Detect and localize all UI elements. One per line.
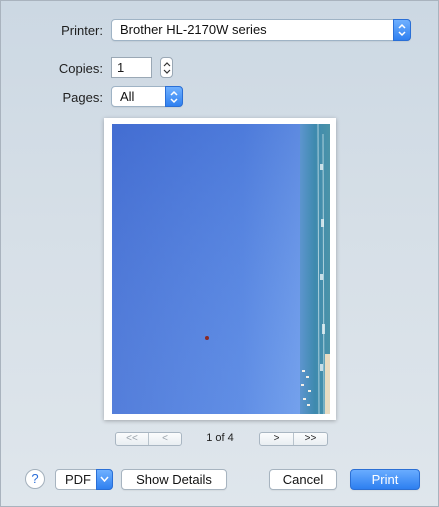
copies-stepper[interactable] xyxy=(160,57,173,78)
print-dialog: Printer: Brother HL-2170W series Copies:… xyxy=(0,0,439,507)
page-nav-back-group: << < xyxy=(115,432,182,446)
pages-select[interactable]: All xyxy=(111,86,183,107)
show-details-button[interactable]: Show Details xyxy=(121,469,227,490)
first-page-button[interactable]: << xyxy=(116,433,148,445)
pdf-label: PDF xyxy=(65,472,91,487)
page-indicator: 1 of 4 xyxy=(206,432,234,444)
previous-page-button[interactable]: < xyxy=(148,433,181,445)
help-button[interactable]: ? xyxy=(25,469,45,489)
printer-select[interactable]: Brother HL-2170W series xyxy=(111,19,411,41)
last-page-button[interactable]: >> xyxy=(293,433,327,445)
printer-value: Brother HL-2170W series xyxy=(120,22,267,37)
printer-select-arrows-icon xyxy=(393,19,411,41)
chevron-down-icon[interactable] xyxy=(96,469,113,490)
preview-page-image xyxy=(112,124,330,414)
cancel-button[interactable]: Cancel xyxy=(269,469,337,490)
copies-label: Copies: xyxy=(58,61,103,76)
pdf-menu-button[interactable]: PDF xyxy=(55,469,113,490)
print-button[interactable]: Print xyxy=(350,469,420,490)
next-page-button[interactable]: > xyxy=(260,433,293,445)
copies-input[interactable]: 1 xyxy=(111,57,152,78)
stepper-arrows-icon xyxy=(163,62,171,74)
pages-select-arrows-icon xyxy=(165,86,183,107)
print-preview xyxy=(104,118,336,420)
page-nav-forward-group: > >> xyxy=(259,432,328,446)
pages-label: Pages: xyxy=(62,90,103,105)
printer-label: Printer: xyxy=(61,23,103,38)
pages-value: All xyxy=(120,89,135,104)
